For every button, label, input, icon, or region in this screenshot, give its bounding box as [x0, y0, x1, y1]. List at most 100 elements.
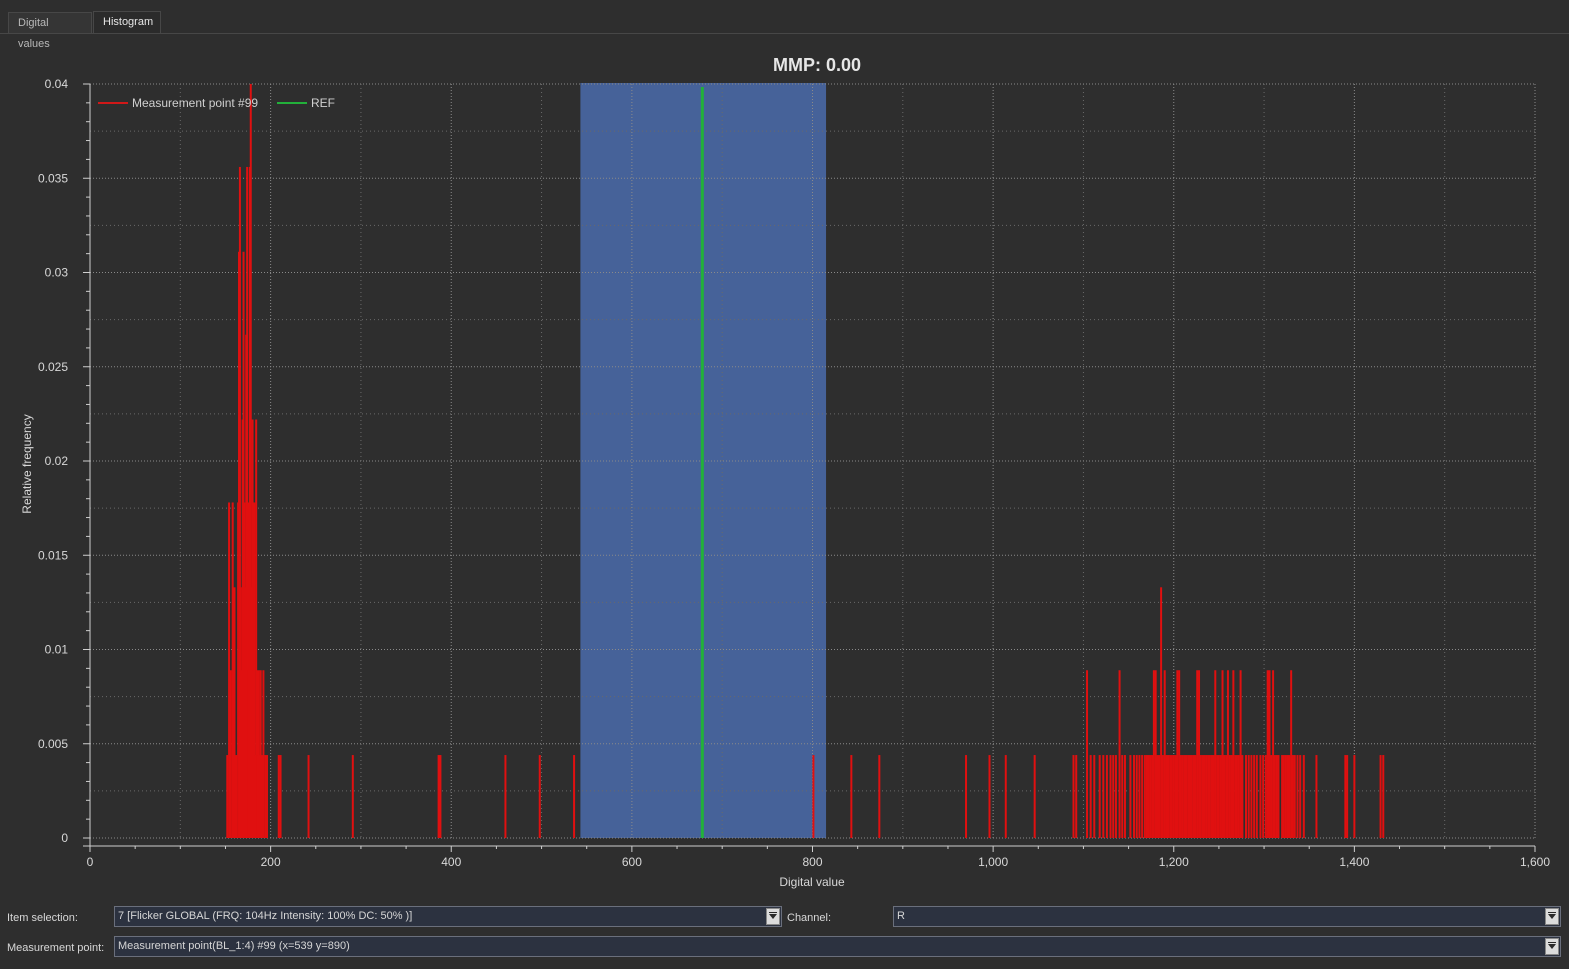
y-tick-label: 0.005	[38, 737, 68, 751]
histogram-bar	[1167, 755, 1170, 838]
chevron-down-icon[interactable]	[766, 908, 780, 925]
histogram-bar	[231, 502, 234, 838]
histogram-bar	[229, 670, 232, 838]
x-tick-label: 1,600	[1520, 855, 1550, 869]
histogram-bar	[1089, 755, 1092, 838]
histogram-bar	[1112, 755, 1115, 838]
channel-dropdown[interactable]: R	[893, 906, 1561, 927]
histogram-bar	[1172, 755, 1175, 838]
histogram-bar	[1086, 670, 1089, 838]
histogram-bar	[988, 755, 991, 838]
tab-bar: Digital values Histogram	[0, 0, 1569, 50]
measurement-point-dropdown[interactable]: Measurement point(BL_1:4) #99 (x=539 y=8…	[114, 936, 1561, 957]
x-tick-label: 800	[802, 855, 822, 869]
histogram-bar	[1235, 755, 1238, 838]
histogram-bar	[1221, 670, 1224, 838]
histogram-bar	[235, 755, 238, 838]
histogram-bar	[1268, 670, 1271, 838]
x-tick-label: 0	[87, 855, 94, 869]
histogram-bar	[1259, 755, 1262, 838]
histogram-bar	[1241, 755, 1244, 838]
histogram-bar	[351, 755, 354, 838]
histogram-bar	[1161, 755, 1164, 838]
histogram-bar	[1154, 670, 1157, 838]
histogram-bar	[1237, 755, 1240, 838]
histogram-bar	[965, 755, 968, 838]
histogram-bar	[1149, 755, 1152, 838]
x-tick-label: 400	[441, 855, 461, 869]
histogram-bar	[1262, 755, 1265, 838]
histogram-bar	[878, 755, 881, 838]
histogram-bar	[573, 755, 576, 838]
histogram-bar	[1004, 755, 1007, 838]
histogram-bar	[812, 755, 815, 838]
histogram-bar	[1151, 755, 1154, 838]
chart-title: MMP: 0.00	[773, 55, 861, 75]
histogram-bar	[233, 587, 236, 838]
histogram-bar	[266, 755, 269, 838]
chevron-down-icon[interactable]	[1545, 938, 1559, 955]
tab-histogram[interactable]: Histogram	[93, 11, 161, 33]
histogram-bar	[850, 755, 853, 838]
histogram-bar	[1230, 755, 1233, 838]
y-tick-label: 0.025	[38, 360, 68, 374]
histogram-bar	[1205, 755, 1208, 838]
histogram-bar	[1210, 755, 1213, 838]
chevron-down-icon[interactable]	[1545, 908, 1559, 925]
histogram-bar	[1141, 755, 1144, 838]
histogram-bar	[1163, 670, 1166, 838]
histogram-bar	[1255, 755, 1258, 838]
item-selection-dropdown[interactable]: 7 [Flicker GLOBAL (FRQ: 104Hz Intensity:…	[114, 906, 782, 927]
histogram-bar	[1121, 755, 1124, 838]
histogram-bar	[1272, 670, 1275, 838]
histogram-bar	[1225, 755, 1228, 838]
histogram-bar	[1093, 755, 1096, 838]
histogram-bar	[1169, 755, 1172, 838]
histogram-bar	[1158, 755, 1161, 838]
histogram-bar	[1143, 755, 1146, 838]
x-tick-label: 1,200	[1159, 855, 1189, 869]
histogram-bar	[1228, 755, 1231, 838]
histogram-bar	[1346, 755, 1349, 838]
y-axis-label: Relative frequency	[20, 414, 34, 513]
histogram-bar	[1286, 755, 1289, 838]
histogram-bar	[1181, 755, 1184, 838]
histogram-bar	[1344, 755, 1347, 838]
histogram-bar	[1239, 670, 1242, 838]
histogram-bar	[1208, 755, 1211, 838]
histogram-bar	[1273, 755, 1276, 838]
histogram-bar	[1293, 755, 1296, 838]
histogram-bar	[437, 755, 440, 838]
histogram-bar	[1192, 755, 1195, 838]
histogram-bar	[1194, 755, 1197, 838]
histogram-bar	[1033, 755, 1036, 838]
histogram-bar	[1232, 670, 1235, 838]
y-tick-label: 0	[61, 831, 68, 845]
histogram-bar	[1183, 755, 1186, 838]
histogram-bar	[1270, 755, 1273, 838]
histogram-bar	[1247, 755, 1250, 838]
histogram-bar	[1156, 755, 1159, 838]
histogram-bar	[1288, 755, 1291, 838]
histogram-bar	[1147, 755, 1150, 838]
histogram-bar	[1114, 755, 1117, 838]
histogram-bar	[1098, 755, 1101, 838]
histogram-bar	[1129, 755, 1132, 838]
histogram-bar	[264, 755, 267, 838]
histogram-bar	[1219, 755, 1222, 838]
histogram-bar	[1264, 755, 1267, 838]
x-tick-label: 1,400	[1339, 855, 1369, 869]
histogram-bar	[1382, 755, 1385, 838]
histogram-bar	[1302, 755, 1305, 838]
histogram-bar	[307, 755, 310, 838]
histogram-bar	[1299, 755, 1302, 838]
x-tick-label: 1,000	[978, 855, 1008, 869]
histogram-bar	[1185, 755, 1188, 838]
tab-digital-values[interactable]: Digital values	[8, 12, 92, 50]
legend-label-ref: REF	[311, 96, 335, 110]
histogram-bar	[1282, 755, 1285, 838]
histogram-bar	[277, 755, 280, 838]
histogram-bar	[1245, 755, 1247, 838]
histogram-bar	[1207, 755, 1210, 838]
histogram-bar	[538, 755, 541, 838]
